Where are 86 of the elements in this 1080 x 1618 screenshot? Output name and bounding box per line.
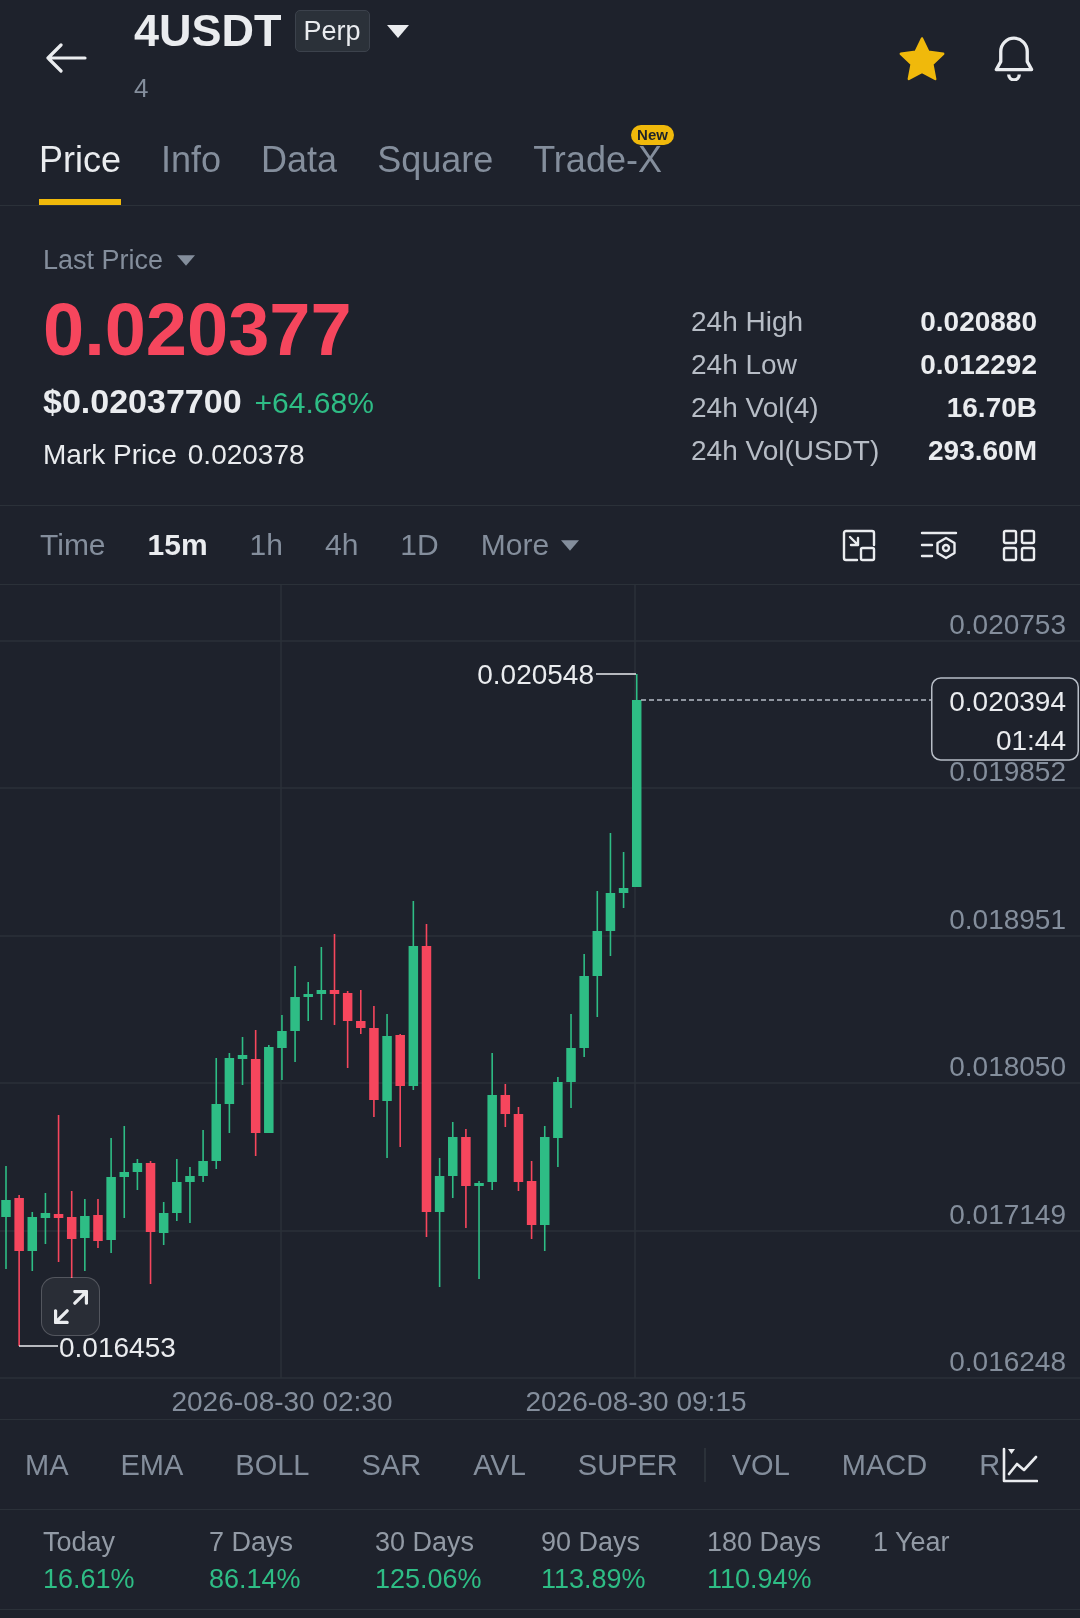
candle xyxy=(356,989,366,1035)
leader-line xyxy=(18,1345,59,1347)
period-label: 30 Days xyxy=(375,1526,475,1558)
resize-window-icon[interactable] xyxy=(842,528,876,562)
interval-tab[interactable]: Time xyxy=(40,528,106,562)
mark-price-value: 0.020378 xyxy=(187,440,305,470)
time-axis-label: 2026-08-30 09:15 xyxy=(525,1386,747,1417)
tab[interactable]: Trade-X New xyxy=(533,125,674,205)
period-label: Today xyxy=(43,1526,116,1558)
symbol-subtitle: 4 xyxy=(134,75,149,101)
interval-tab[interactable]: 4h xyxy=(325,528,359,562)
indicator-tab[interactable]: R xyxy=(979,1447,1001,1482)
candle xyxy=(198,1129,208,1183)
stat-value: 0.012292 xyxy=(920,348,1037,381)
period-label: 1 Year xyxy=(873,1526,950,1558)
stat-label: 24h Low xyxy=(691,348,797,381)
candle xyxy=(27,1211,38,1272)
period-label: 90 Days xyxy=(541,1526,641,1558)
price-type-selector[interactable]: Last Price xyxy=(43,245,196,275)
interval-tab[interactable]: 15m xyxy=(147,528,208,562)
interval-tab[interactable]: 1h xyxy=(249,528,283,562)
stat-value: 0.020880 xyxy=(920,305,1037,338)
low-price-label: 0.016453 xyxy=(59,1332,176,1363)
price-axis-label: 0.018951 xyxy=(949,904,1066,935)
candle xyxy=(618,851,629,909)
candle xyxy=(500,1083,511,1128)
candle xyxy=(40,1192,51,1245)
price-axis-label: 0.018050 xyxy=(949,1051,1066,1082)
period-label: 180 Days xyxy=(707,1526,822,1558)
indicator-tab[interactable]: MA xyxy=(25,1447,69,1482)
price-axis-label: 0.016248 xyxy=(949,1346,1066,1377)
star-icon[interactable] xyxy=(899,36,945,81)
back-arrow-icon[interactable] xyxy=(45,43,87,73)
stat-label: 24h Vol(USDT) xyxy=(691,434,880,467)
candle xyxy=(303,981,313,1022)
stat-value: 293.60M xyxy=(928,434,1037,467)
price-axis-label: 0.020753 xyxy=(949,609,1066,640)
price-axis-label: 0.017149 xyxy=(949,1199,1066,1230)
new-badge: New xyxy=(631,125,674,145)
price-tag-value: 0.020394 xyxy=(949,686,1066,717)
countdown-label: 01:44 xyxy=(995,725,1066,756)
candle xyxy=(93,1198,103,1249)
period-return: 110.94% xyxy=(707,1563,812,1595)
line-chart-icon[interactable] xyxy=(1002,1446,1038,1483)
candle xyxy=(277,1014,287,1081)
candle xyxy=(237,1036,248,1086)
indicator-tab[interactable]: AVL xyxy=(473,1447,526,1482)
period-return: 86.14% xyxy=(209,1563,301,1595)
expand-arrows-icon xyxy=(53,1289,88,1324)
last-price: 0.020377 xyxy=(43,293,352,367)
candle xyxy=(172,1158,182,1222)
tab[interactable]: Data xyxy=(261,125,338,205)
price-change: +64.68% xyxy=(254,385,374,421)
indicator-tab[interactable]: SAR xyxy=(361,1447,422,1482)
period-return: 125.06% xyxy=(375,1563,482,1595)
indicator-tab[interactable]: EMA xyxy=(120,1447,184,1482)
period-label: 7 Days xyxy=(209,1526,294,1558)
tab[interactable]: Price xyxy=(39,125,122,205)
candle xyxy=(185,1166,195,1224)
candle xyxy=(132,1158,143,1191)
stat-label: 24h High xyxy=(691,305,804,338)
caret-icon[interactable] xyxy=(386,24,409,38)
tab[interactable]: Info xyxy=(161,125,222,205)
leader-line xyxy=(595,673,637,675)
tab[interactable]: Square xyxy=(377,125,494,205)
indicator-tab[interactable]: BOLL xyxy=(235,1447,310,1482)
price-axis-label: 0.019852 xyxy=(949,756,1066,787)
stat-label: 24h Vol(4) xyxy=(691,391,819,424)
mark-price-label: Mark Price xyxy=(43,440,177,470)
interval-tab[interactable]: 1D xyxy=(400,528,439,562)
indicator-tab[interactable]: SUPER xyxy=(577,1447,678,1482)
contract-badge: Perp xyxy=(294,10,370,52)
candle xyxy=(158,1201,169,1246)
stat-value: 16.70B xyxy=(946,391,1037,424)
symbol-title: 4USDT xyxy=(134,6,282,56)
time-axis-label: 2026-08-30 02:30 xyxy=(171,1386,393,1417)
indicator-tab[interactable]: VOL xyxy=(731,1447,790,1482)
high-price-label: 0.020548 xyxy=(477,659,594,690)
grid-icon[interactable] xyxy=(1002,528,1036,562)
bell-icon[interactable] xyxy=(992,36,1036,81)
period-return: 16.61% xyxy=(43,1563,135,1595)
expand-button[interactable] xyxy=(41,1277,100,1336)
period-return: 113.89% xyxy=(541,1563,646,1595)
indicator-tab[interactable]: MACD xyxy=(841,1447,928,1482)
more-button[interactable]: More xyxy=(480,528,580,562)
usd-price: $0.02037700 xyxy=(43,382,242,420)
